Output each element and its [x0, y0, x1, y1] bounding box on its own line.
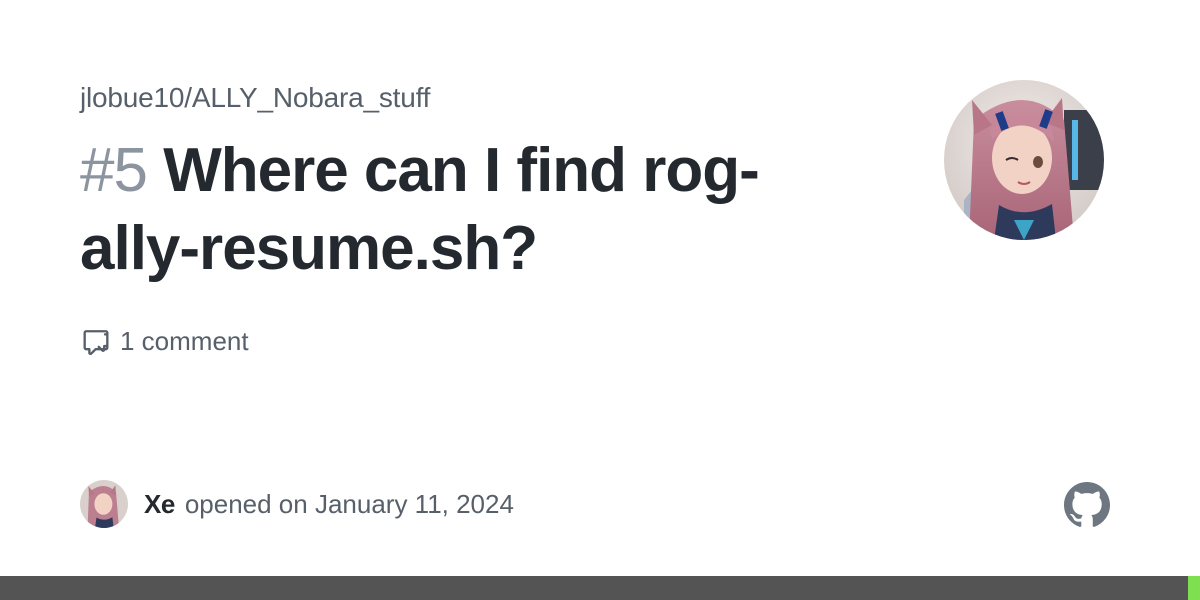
comment-count[interactable]: 1 comment	[80, 324, 249, 358]
avatar-illustration	[944, 80, 1104, 240]
comment-count-label: 1 comment	[120, 325, 249, 356]
issue-title: Where can I find rog-ally-resume.sh?	[80, 136, 760, 283]
opened-date: opened on January 11, 2024	[184, 488, 514, 519]
repository-name[interactable]: jlobue10/ALLY_Nobara_stuff	[80, 82, 430, 114]
github-logo-icon[interactable]	[1064, 482, 1110, 528]
footer-bar-accent	[1188, 576, 1200, 600]
author-avatar-small[interactable]	[80, 480, 128, 528]
author-avatar-large	[944, 80, 1104, 240]
avatar-illustration-small	[80, 480, 128, 528]
issue-meta: Xe opened on January 11, 2024	[80, 478, 514, 530]
author-name[interactable]: Xe	[144, 489, 175, 520]
footer-bar	[0, 576, 1200, 600]
comment-discussion-icon	[83, 330, 109, 356]
issue-title-heading: #5 Where can I find rog-ally-resume.sh?	[80, 132, 870, 288]
issue-number: #5	[80, 136, 148, 205]
social-preview-card: jlobue10/ALLY_Nobara_stuff #5 Where can …	[0, 0, 1200, 600]
